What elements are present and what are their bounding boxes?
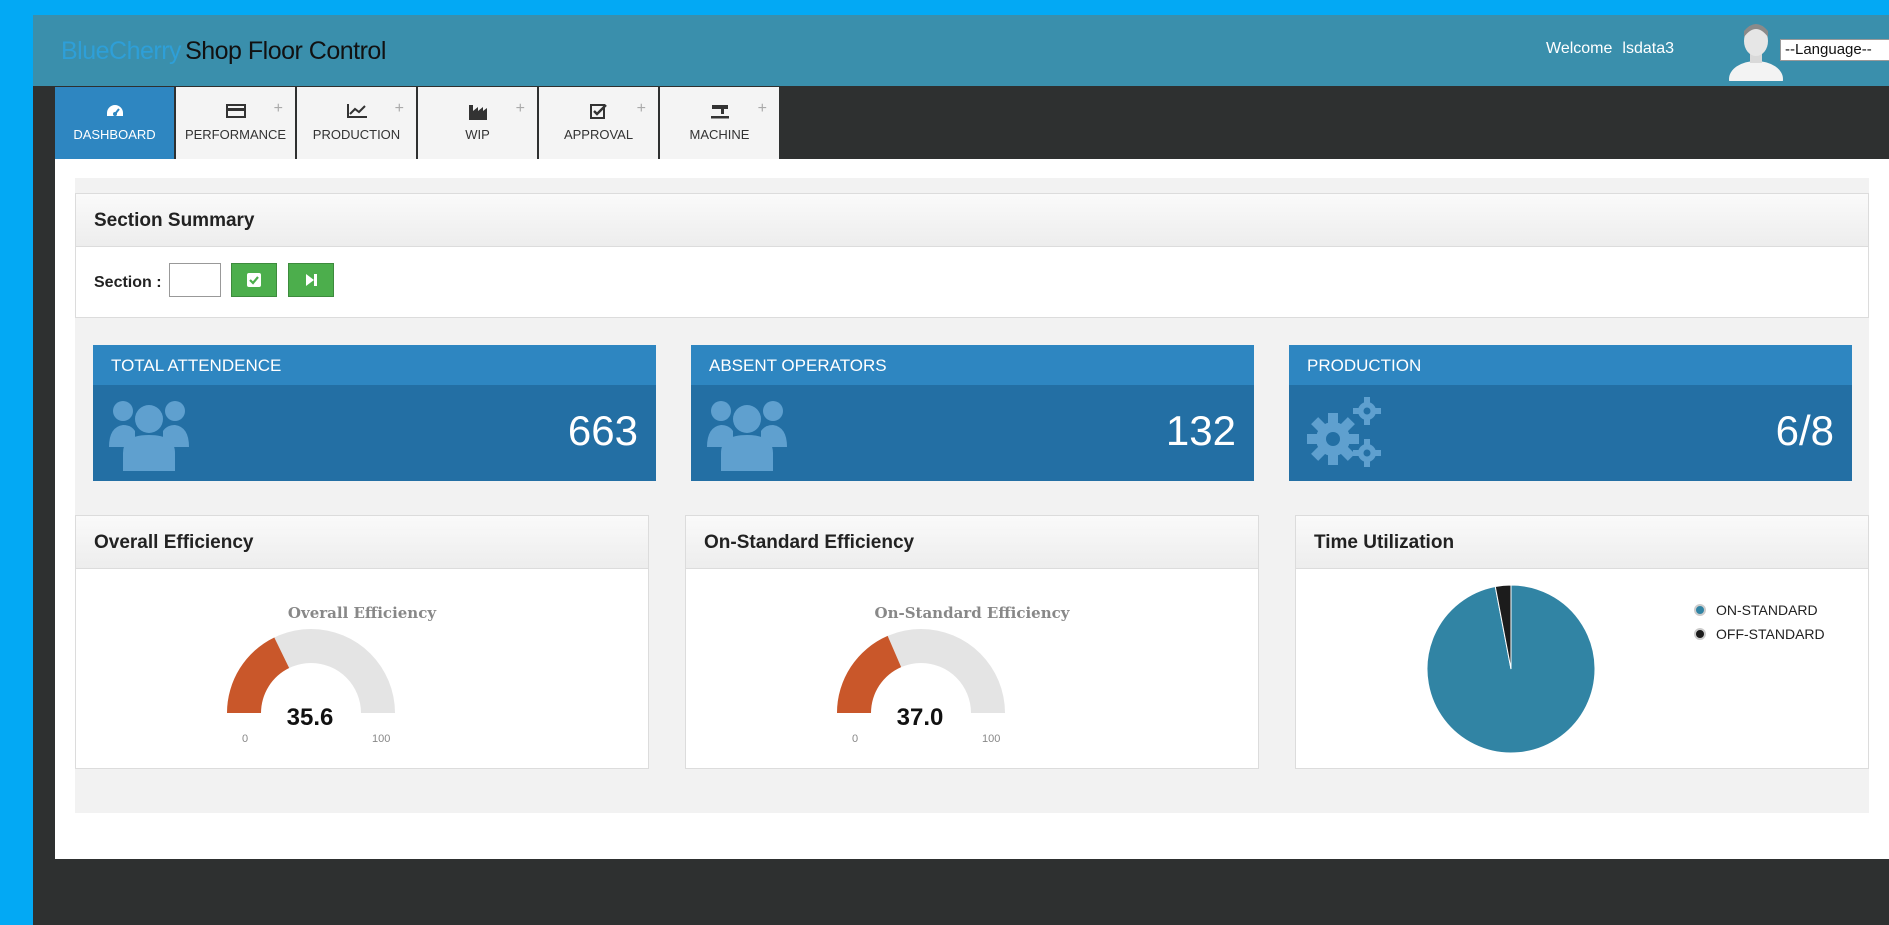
stat-card-attendance: TOTAL ATTENDENCE 663 <box>93 345 656 481</box>
line-chart-icon <box>346 104 367 118</box>
next-button[interactable] <box>288 263 334 297</box>
card-icon <box>225 104 246 118</box>
apply-button[interactable] <box>231 263 277 297</box>
gauge-min-label: 0 <box>242 733 249 745</box>
dashboard-content: Section Summary Section : TOTAL ATTENDEN… <box>55 159 1889 859</box>
expand-icon[interactable]: + <box>516 100 525 118</box>
brand-secondary: Shop Floor Control <box>185 37 386 65</box>
tab-label: PRODUCTION <box>312 127 401 142</box>
gauge-fill <box>837 635 902 713</box>
step-forward-icon <box>306 274 317 286</box>
sewing-machine-icon <box>710 105 729 119</box>
welcome-text: Welcome lsdata3 <box>1546 40 1684 58</box>
gauge-max-label: 100 <box>982 733 1001 745</box>
time-utilization-panel: Time Utilization ON-STANDARD OFF-STANDAR… <box>1295 515 1869 769</box>
legend-marker <box>1694 628 1706 640</box>
stat-value: 6/8 <box>1775 407 1834 454</box>
welcome-label: Welcome <box>1546 40 1613 57</box>
legend-label: ON-STANDARD <box>1716 602 1818 618</box>
section-label: Section : <box>94 274 162 291</box>
expand-icon[interactable]: + <box>274 100 283 118</box>
panel-title: On-Standard Efficiency <box>704 532 915 553</box>
users-icon <box>109 401 189 471</box>
top-bar: BlueCherry Shop Floor Control Welcome lsda… <box>33 15 1889 86</box>
factory-icon <box>468 105 487 120</box>
check-square-icon <box>589 104 607 119</box>
users-icon <box>707 401 787 471</box>
stat-title: PRODUCTION <box>1289 345 1852 385</box>
panel-header: Time Utilization <box>1296 516 1868 569</box>
tab-machine[interactable]: + MACHINE <box>660 87 781 159</box>
tab-production[interactable]: + PRODUCTION <box>297 87 418 159</box>
gauge-value: 35.6 <box>286 704 334 731</box>
language-select[interactable]: --Language-- <box>1780 39 1889 61</box>
tab-dashboard[interactable]: DASHBOARD <box>55 87 176 159</box>
expand-icon[interactable]: + <box>758 100 767 118</box>
section-input[interactable] <box>169 263 221 297</box>
dashboard-icon <box>106 105 123 116</box>
chart-title: On-Standard Efficiency <box>874 604 1070 622</box>
panel-title: Time Utilization <box>1314 532 1455 553</box>
legend-label: OFF-STANDARD <box>1716 626 1825 642</box>
stat-title: ABSENT OPERATORS <box>691 345 1254 385</box>
gears-icon <box>1307 397 1381 467</box>
gauge-min-label: 0 <box>852 733 859 745</box>
app-frame: BlueCherry Shop Floor Control Welcome lsda… <box>33 15 1889 925</box>
overall-efficiency-panel: Overall Efficiency Overall Efficiency 35… <box>75 515 649 769</box>
tab-label: MACHINE <box>689 127 750 142</box>
legend-marker <box>1694 604 1706 616</box>
stat-title: TOTAL ATTENDENCE <box>93 345 656 385</box>
panel-header: Section Summary <box>76 194 1868 247</box>
stat-card-absent: ABSENT OPERATORS 132 <box>691 345 1254 481</box>
onstandard-efficiency-panel: On-Standard Efficiency On-Standard Effic… <box>685 515 1259 769</box>
tab-performance[interactable]: + PERFORMANCE <box>176 87 297 159</box>
brand-primary: BlueCherry <box>61 37 182 65</box>
tab-label: WIP <box>465 127 490 142</box>
section-summary-panel: Section Summary Section : <box>75 193 1869 318</box>
stat-value: 663 <box>567 407 638 454</box>
main-tabs: DASHBOARD + PERFORMANCE + PRODUCTION + W… <box>55 87 781 159</box>
check-square-icon <box>247 273 261 287</box>
panel-title: Section Summary <box>94 210 255 231</box>
tab-label: APPROVAL <box>563 127 634 142</box>
time-utilization-pie <box>1426 584 1596 754</box>
panel-title: Overall Efficiency <box>94 532 254 553</box>
app-logo: BlueCherry Shop Floor Control <box>61 37 386 66</box>
chart-title: Overall Efficiency <box>287 604 437 622</box>
tab-wip[interactable]: + WIP <box>418 87 539 159</box>
tab-label: PERFORMANCE <box>184 127 287 142</box>
expand-icon[interactable]: + <box>395 100 404 118</box>
username: lsdata3 <box>1622 40 1674 57</box>
legend-item-off-standard[interactable]: OFF-STANDARD <box>1694 622 1837 646</box>
chart-legend: ON-STANDARD OFF-STANDARD <box>1694 598 1837 646</box>
gauge-max-label: 100 <box>372 733 391 745</box>
expand-icon[interactable]: + <box>637 100 646 118</box>
tab-label: DASHBOARD <box>73 127 156 142</box>
dashboard-area: Section Summary Section : TOTAL ATTENDEN… <box>75 178 1869 813</box>
gauge-value: 37.0 <box>896 704 944 731</box>
avatar[interactable] <box>1727 19 1785 81</box>
stat-card-production: PRODUCTION 6/8 <box>1289 345 1852 481</box>
panel-header: On-Standard Efficiency <box>686 516 1258 569</box>
panel-header: Overall Efficiency <box>76 516 648 569</box>
stat-value: 132 <box>1165 407 1236 454</box>
legend-item-on-standard[interactable]: ON-STANDARD <box>1694 598 1837 622</box>
tab-approval[interactable]: + APPROVAL <box>539 87 660 159</box>
